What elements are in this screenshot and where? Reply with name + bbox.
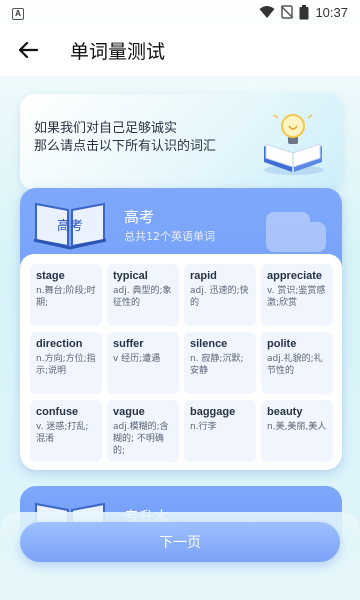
word-tile[interactable]: suffer v 经历;遭遇 xyxy=(107,332,179,394)
word-english: rapid xyxy=(190,270,217,282)
intro-line-2: 那么请点击以下所有认识的词汇 xyxy=(34,139,217,154)
word-tile[interactable]: stage n.舞台;阶段;时期; xyxy=(30,264,102,326)
page-title: 单词量测试 xyxy=(70,40,166,63)
word-definition: n. 寂静;沉默;安静 xyxy=(190,354,244,376)
word-definition: adj. 典型的;象征性的 xyxy=(113,286,172,308)
intro-card: 如果我们对自己足够诚实 那么请点击以下所有认识的词汇 xyxy=(20,94,342,190)
status-bar: A 10:37 xyxy=(0,0,360,24)
decorative-cards-icon xyxy=(266,212,326,252)
word-definition: v 经历;遭遇 xyxy=(113,354,161,364)
level-word-count: 总共12个英语单词 xyxy=(124,230,215,243)
word-english: baggage xyxy=(190,406,236,418)
back-button[interactable] xyxy=(0,24,56,76)
word-tile[interactable]: confuse v. 迷惑;打乱;混淆 xyxy=(30,400,102,462)
sim-off-icon xyxy=(281,5,294,19)
battery-icon xyxy=(299,4,309,20)
level-name: 高考 xyxy=(124,208,155,226)
word-definition: n.方向;方位;指示;说明 xyxy=(36,354,96,376)
word-english: beauty xyxy=(267,406,303,418)
book-illustration: 高考 xyxy=(33,202,107,250)
word-definition: adj. 迅速的;快的 xyxy=(190,286,249,308)
arrow-left-icon xyxy=(18,41,38,59)
word-english: appreciate xyxy=(267,270,323,282)
word-tile[interactable]: beauty n.美,美丽,美人 xyxy=(261,400,333,462)
word-english: silence xyxy=(190,338,228,350)
word-tile[interactable]: polite adj.礼貌的;礼节性的 xyxy=(261,332,333,394)
word-english: polite xyxy=(267,338,297,350)
word-tile[interactable]: vague adj.模糊的;含糊的; 不明确的; xyxy=(107,400,179,462)
wifi-icon xyxy=(259,5,275,19)
status-left: A xyxy=(12,4,24,20)
word-definition: n.舞台;阶段;时期; xyxy=(36,286,96,308)
level-card-gaokao[interactable]: 高考 高考 总共12个英语单词 stage n.舞台;阶段;时期; typical a… xyxy=(20,188,342,470)
word-tile[interactable]: baggage n.行李 xyxy=(184,400,256,462)
lightbulb-book-illustration xyxy=(264,114,324,175)
app-header: 单词量测试 xyxy=(0,24,360,76)
word-english: direction xyxy=(36,338,83,350)
word-definition: v. 迷惑;打乱;混淆 xyxy=(36,422,89,444)
word-tile[interactable]: silence n. 寂静;沉默;安静 xyxy=(184,332,256,394)
word-english: typical xyxy=(113,270,148,282)
word-tile[interactable]: rapid adj. 迅速的;快的 xyxy=(184,264,256,326)
app-notification-icon: A xyxy=(12,8,24,20)
word-english: stage xyxy=(36,270,65,282)
level-card-header: 高考 高考 总共12个英语单词 xyxy=(20,188,342,256)
word-definition: adj.礼貌的;礼节性的 xyxy=(267,354,323,376)
word-tile[interactable]: appreciate v. 赏识;鉴赏感激;欣赏 xyxy=(261,264,333,326)
word-definition: adj.模糊的;含糊的; 不明确的; xyxy=(113,422,169,456)
word-definition: n.行李 xyxy=(190,422,217,432)
intro-text: 如果我们对自己足够诚实 那么请点击以下所有认识的词汇 xyxy=(34,120,216,156)
word-panel: stage n.舞台;阶段;时期; typical adj. 典型的;象征性的 rapi… xyxy=(20,254,342,470)
word-definition: n.美,美丽,美人 xyxy=(267,422,327,432)
word-english: confuse xyxy=(36,406,79,418)
word-english: vague xyxy=(113,406,145,418)
word-tile[interactable]: direction n.方向;方位;指示;说明 xyxy=(30,332,102,394)
status-time: 10:37 xyxy=(315,4,348,20)
word-definition: v. 赏识;鉴赏感激;欣赏 xyxy=(267,286,326,308)
next-page-button[interactable]: 下一页 xyxy=(20,522,340,562)
intro-line-1: 如果我们对自己足够诚实 xyxy=(34,121,178,136)
svg-text:高考: 高考 xyxy=(57,218,83,234)
word-grid: stage n.舞台;阶段;时期; typical adj. 典型的;象征性的 rapi… xyxy=(30,264,333,462)
word-tile[interactable]: typical adj. 典型的;象征性的 xyxy=(107,264,179,326)
status-right: 10:37 xyxy=(259,4,348,20)
word-english: suffer xyxy=(113,338,144,350)
